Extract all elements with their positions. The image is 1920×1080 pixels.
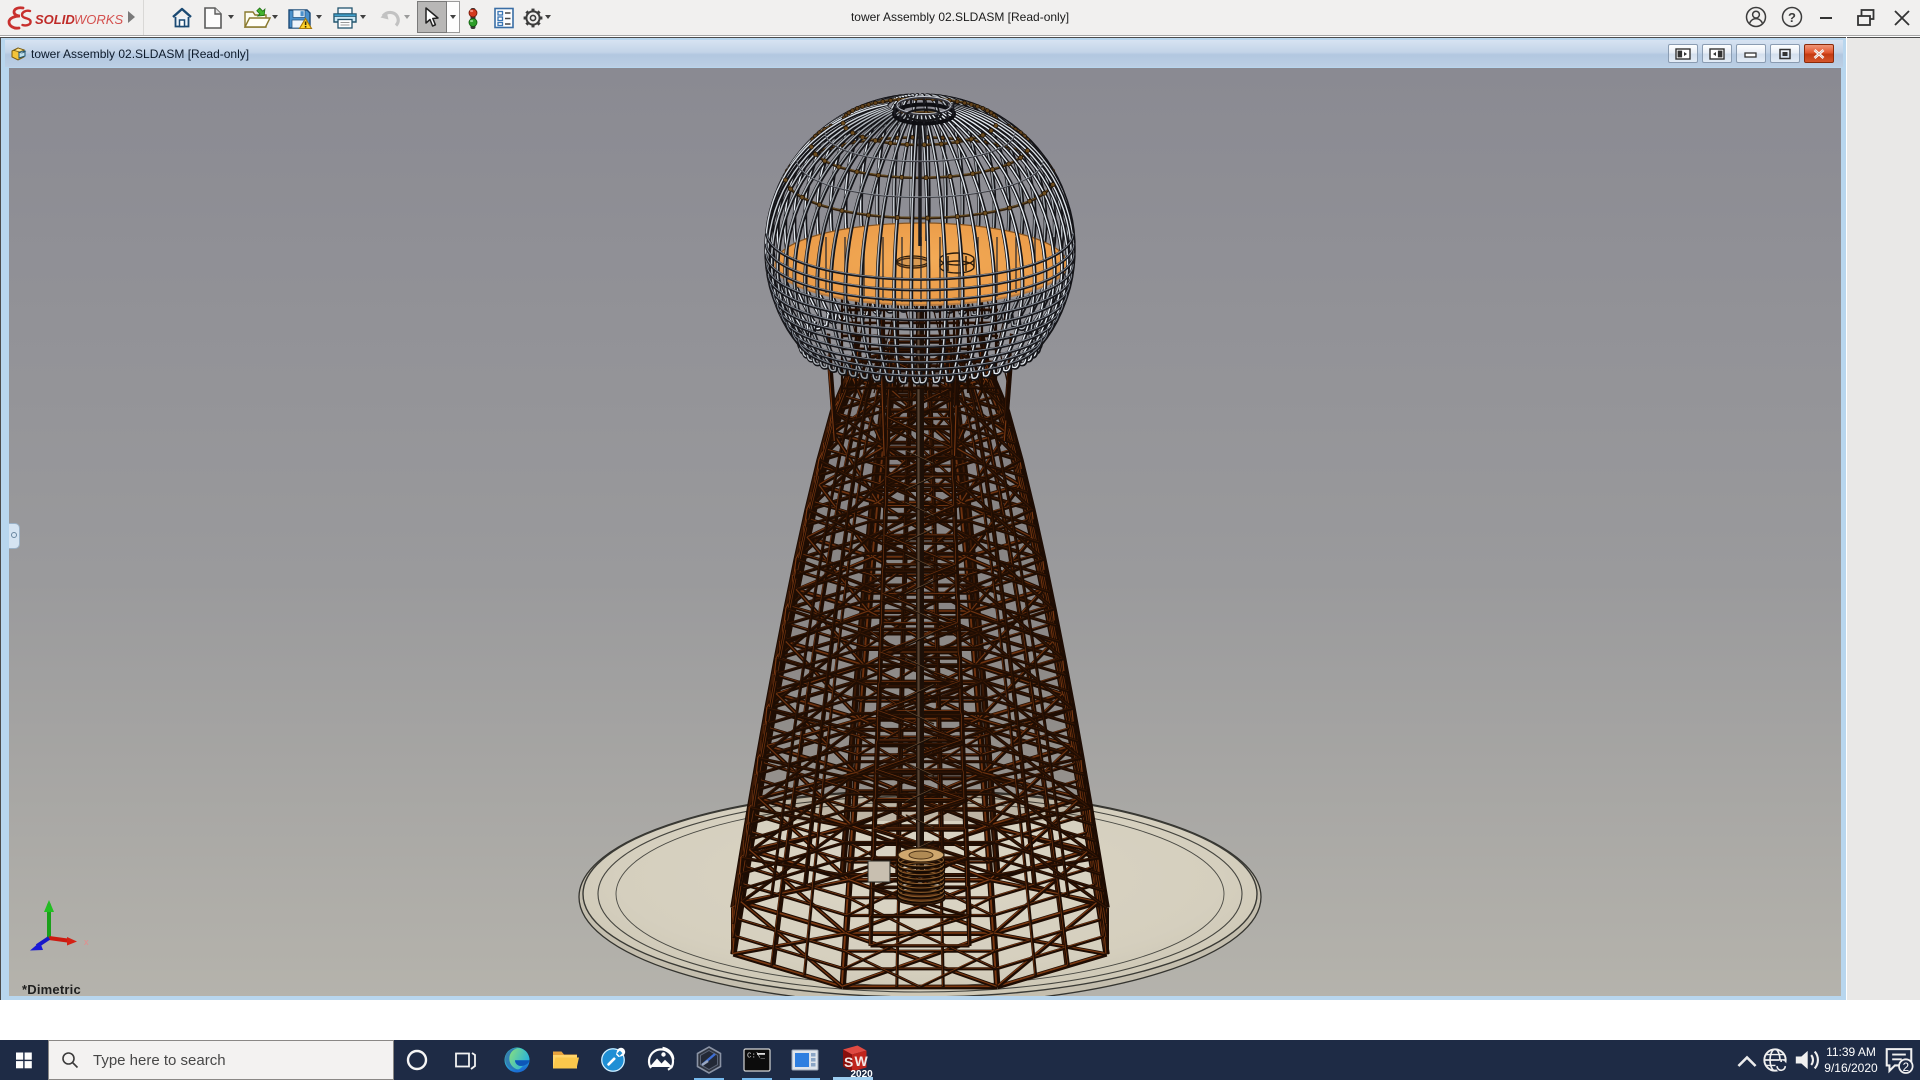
svg-text:W: W: [855, 1053, 869, 1069]
svg-text:?: ?: [1788, 10, 1796, 25]
svg-text:S: S: [844, 1054, 853, 1070]
svg-text:x: x: [84, 937, 89, 947]
svg-text:2: 2: [1903, 1062, 1909, 1074]
